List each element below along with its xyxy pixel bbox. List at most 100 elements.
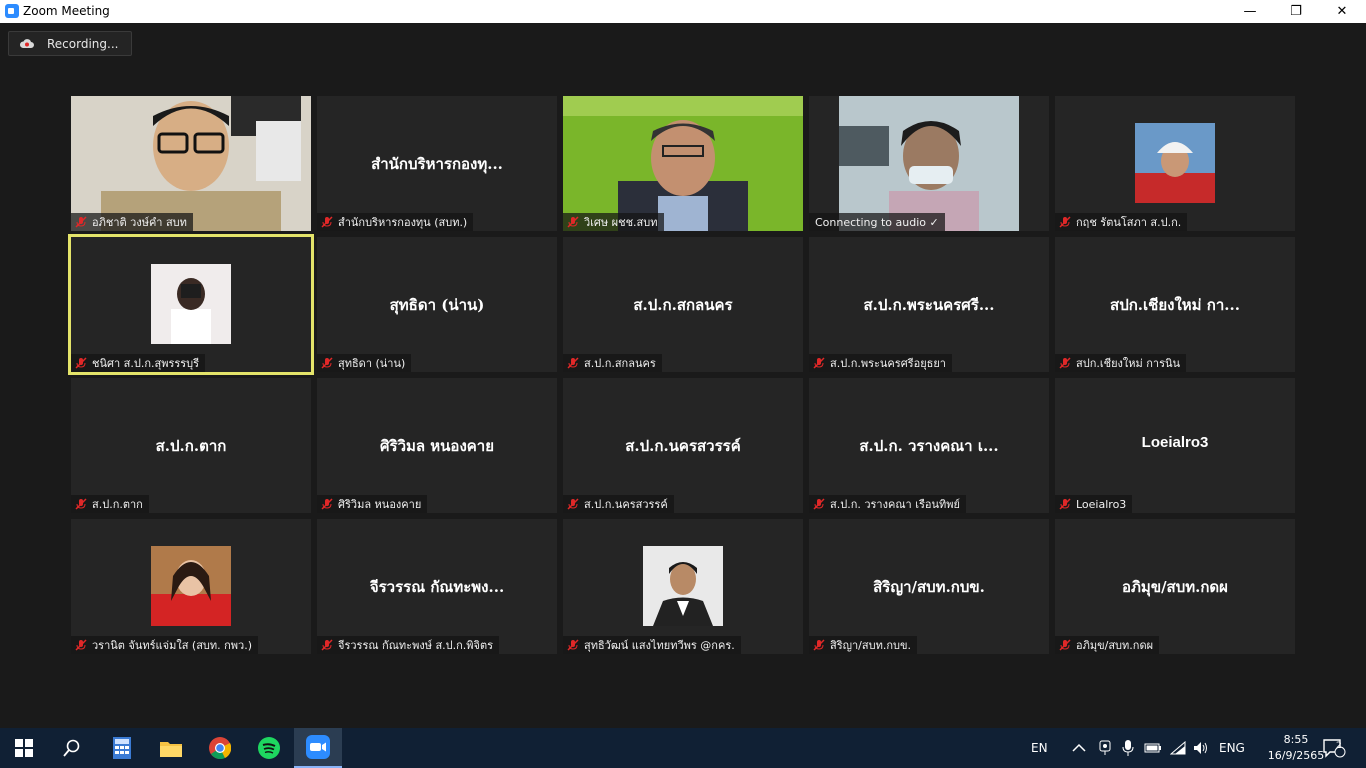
participant-video bbox=[71, 96, 311, 231]
battery-charging-icon bbox=[1144, 743, 1161, 753]
participant-name: สุทธิดา (น่าน) bbox=[317, 354, 412, 372]
camera-usage-indicator[interactable] bbox=[1098, 728, 1112, 768]
participant-display-name: สำนักบริหารกองทุ... bbox=[371, 155, 503, 173]
participant-name: อภิมุข/สบท.กดผ bbox=[1055, 636, 1160, 654]
muted-mic-icon bbox=[321, 498, 333, 510]
participant-display-name: ส.ป.ก.ตาก bbox=[155, 437, 227, 455]
participant-display-name: สปก.เชียงใหม่ กา... bbox=[1110, 296, 1240, 314]
participant-tile[interactable]: ส.ป.ก.นครสวรรค์ ส.ป.ก.นครสวรรค์ bbox=[563, 378, 803, 513]
participant-tile[interactable]: สปก.เชียงใหม่ กา... สปก.เชียงใหม่ การนิน bbox=[1055, 237, 1295, 372]
muted-mic-icon bbox=[75, 357, 87, 369]
meeting-area: Recording... อภิชาติ วงษ์คำ สบท สำนักบริ… bbox=[0, 23, 1366, 728]
action-center-button[interactable]: 2 bbox=[1322, 728, 1346, 768]
muted-mic-icon bbox=[567, 216, 579, 228]
muted-mic-icon bbox=[321, 639, 333, 651]
participant-name: กฤช รัตนโสภา ส.ป.ก. bbox=[1055, 213, 1188, 231]
participant-name: ศิริวิมล หนองคาย bbox=[317, 495, 428, 513]
participant-name: ส.ป.ก.พระนครศรีอยุธยา bbox=[809, 354, 952, 372]
spotify-app[interactable] bbox=[245, 728, 293, 768]
participant-tile[interactable]: สำนักบริหารกองทุ... สำนักบริหารกองทุน (ส… bbox=[317, 96, 557, 231]
participant-display-name: จีรวรรณ กัณทะพง... bbox=[369, 578, 505, 596]
muted-mic-icon bbox=[1059, 357, 1071, 369]
minimize-button[interactable]: — bbox=[1227, 0, 1273, 23]
chrome-app[interactable] bbox=[196, 728, 244, 768]
close-button[interactable]: ✕ bbox=[1319, 0, 1365, 23]
cloud-record-icon bbox=[19, 39, 34, 48]
microphone-usage-indicator[interactable] bbox=[1122, 728, 1134, 768]
battery-indicator[interactable] bbox=[1144, 728, 1162, 768]
participant-tile[interactable]: ส.ป.ก.ตาก ส.ป.ก.ตาก bbox=[71, 378, 311, 513]
participant-tile[interactable]: ส.ป.ก.สกลนคร ส.ป.ก.สกลนคร bbox=[563, 237, 803, 372]
file-explorer-app[interactable] bbox=[147, 728, 195, 768]
participant-tile[interactable]: Loeialro3 Loeialro3 bbox=[1055, 378, 1295, 513]
wifi-icon bbox=[1170, 741, 1186, 755]
muted-mic-icon bbox=[321, 216, 333, 228]
search-button[interactable] bbox=[48, 728, 96, 768]
notification-icon bbox=[1323, 739, 1346, 758]
windows-logo-icon bbox=[15, 739, 33, 757]
participant-tile[interactable]: สิริญา/สบท.กบข. สิริญา/สบท.กบข. bbox=[809, 519, 1049, 654]
start-button[interactable] bbox=[0, 728, 48, 768]
participant-tile[interactable]: สุทธิวัฒน์ แสงไทยทวีพร @กคร. bbox=[563, 519, 803, 654]
muted-mic-icon bbox=[567, 357, 579, 369]
participant-tile[interactable]: กฤช รัตนโสภา ส.ป.ก. bbox=[1055, 96, 1295, 231]
participant-name: สำนักบริหารกองทุน (สบท.) bbox=[317, 213, 474, 231]
participant-tile[interactable]: Connecting to audio ✓ bbox=[809, 96, 1049, 231]
participant-tile[interactable]: วรานิต จันทร์แจ่มใส (สบท. กพว.) bbox=[71, 519, 311, 654]
participant-tile[interactable]: วิเศษ ผชช.สบท bbox=[563, 96, 803, 231]
calculator-app[interactable] bbox=[98, 728, 146, 768]
wifi-indicator[interactable] bbox=[1170, 728, 1186, 768]
webcam-icon bbox=[1099, 740, 1111, 755]
zoom-app[interactable] bbox=[294, 728, 342, 768]
participant-tile[interactable]: สุทธิดา (น่าน) สุทธิดา (น่าน) bbox=[317, 237, 557, 372]
participant-profile-photo bbox=[151, 546, 231, 626]
restore-button[interactable]: ❐ bbox=[1273, 0, 1319, 23]
volume-indicator[interactable] bbox=[1193, 728, 1209, 768]
notification-count: 2 bbox=[1336, 741, 1342, 751]
participant-tile[interactable]: จีรวรรณ กัณทะพง... จีรวรรณ กัณทะพงษ์ ส.ป… bbox=[317, 519, 557, 654]
keyboard-layout-indicator[interactable]: ENG bbox=[1219, 728, 1245, 768]
participant-tile[interactable]: อภิมุข/สบท.กดผ อภิมุข/สบท.กดผ bbox=[1055, 519, 1295, 654]
participant-tile[interactable]: ส.ป.ก.พระนครศรี... ส.ป.ก.พระนครศรีอยุธยา bbox=[809, 237, 1049, 372]
participant-name: ส.ป.ก.สกลนคร bbox=[563, 354, 662, 372]
participant-display-name: ส.ป.ก.พระนครศรี... bbox=[863, 296, 995, 314]
spotify-icon bbox=[258, 737, 280, 759]
muted-mic-icon bbox=[1059, 216, 1071, 228]
participant-name: จีรวรรณ กัณทะพงษ์ ส.ป.ก.พิจิตร bbox=[317, 636, 500, 654]
participant-name: สิริญา/สบท.กบข. bbox=[809, 636, 917, 654]
participant-name: วรานิต จันทร์แจ่มใส (สบท. กพว.) bbox=[71, 636, 259, 654]
participant-display-name: อภิมุข/สบท.กดผ bbox=[1122, 578, 1228, 596]
muted-mic-icon bbox=[75, 498, 87, 510]
participant-profile-photo bbox=[1135, 123, 1215, 203]
microphone-icon bbox=[1122, 740, 1134, 756]
language-indicator[interactable]: EN bbox=[1031, 728, 1048, 768]
participant-display-name: ศิริวิมล หนองคาย bbox=[379, 437, 495, 455]
muted-mic-icon bbox=[813, 498, 825, 510]
title-bar: Zoom Meeting — ❐ ✕ bbox=[0, 0, 1366, 23]
participant-name: อภิชาติ วงษ์คำ สบท bbox=[71, 213, 193, 231]
participant-tile[interactable]: อภิชาติ วงษ์คำ สบท bbox=[71, 96, 311, 231]
clock-time: 8:55 bbox=[1283, 733, 1309, 746]
participant-tile[interactable]: ส.ป.ก. วรางคณา เ... ส.ป.ก. วรางคณา เรือน… bbox=[809, 378, 1049, 513]
speaker-icon bbox=[1194, 742, 1207, 754]
participant-name: วิเศษ ผชช.สบท bbox=[563, 213, 664, 231]
system-clock[interactable]: 8:55 16/9/2565 bbox=[1266, 732, 1326, 764]
participant-name: ส.ป.ก.ตาก bbox=[71, 495, 149, 513]
muted-mic-icon bbox=[813, 357, 825, 369]
recording-indicator[interactable]: Recording... bbox=[8, 31, 132, 56]
participant-tile-active-speaker[interactable]: ชนิศา ส.ป.ก.สุพรรรบุรี bbox=[68, 234, 314, 375]
zoom-icon bbox=[306, 735, 330, 759]
participant-tile[interactable]: ศิริวิมล หนองคาย ศิริวิมล หนองคาย bbox=[317, 378, 557, 513]
show-hidden-icons-button[interactable] bbox=[1072, 728, 1086, 768]
chrome-icon bbox=[209, 737, 231, 759]
participant-display-name: ส.ป.ก. วรางคณา เ... bbox=[859, 437, 999, 455]
connecting-status: Connecting to audio ✓ bbox=[809, 213, 945, 231]
participant-video bbox=[563, 96, 803, 231]
participant-gallery: อภิชาติ วงษ์คำ สบท สำนักบริหารกองทุ... ส… bbox=[68, 96, 1295, 654]
muted-mic-icon bbox=[75, 216, 87, 228]
muted-mic-icon bbox=[567, 639, 579, 651]
recording-label: Recording... bbox=[47, 37, 119, 51]
window-title: Zoom Meeting bbox=[23, 4, 110, 18]
muted-mic-icon bbox=[1059, 498, 1071, 510]
participant-name: ส.ป.ก.นครสวรรค์ bbox=[563, 495, 674, 513]
